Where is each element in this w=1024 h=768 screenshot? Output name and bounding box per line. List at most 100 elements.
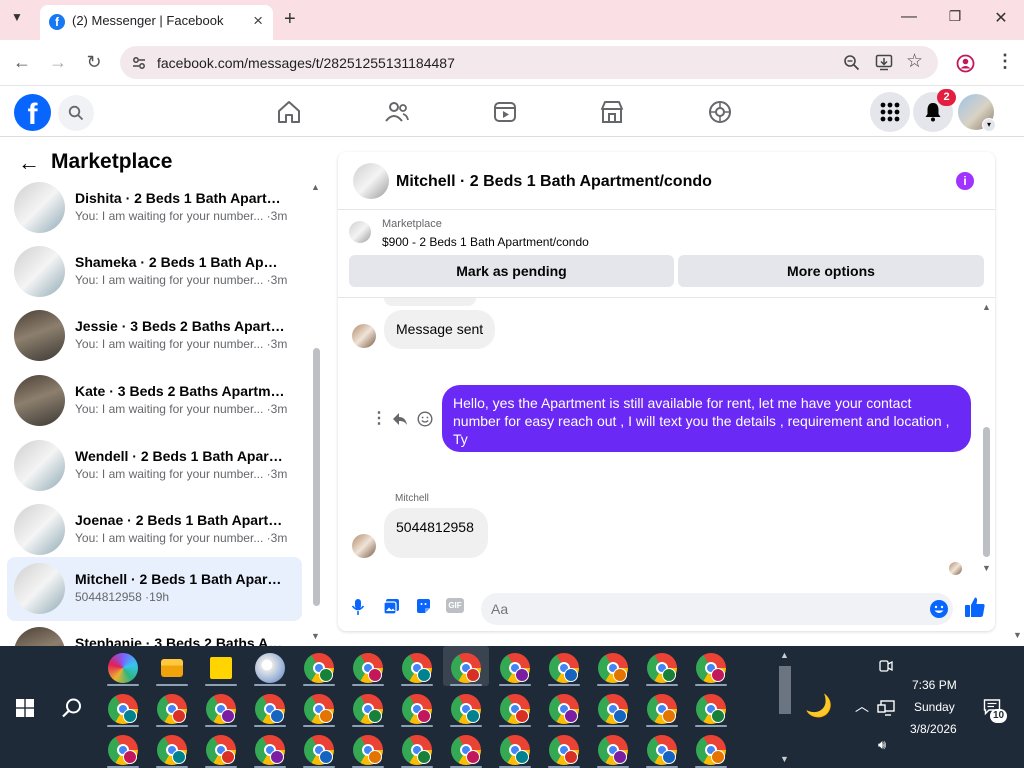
chrome-taskbar-icon[interactable] — [353, 653, 383, 683]
gif-icon[interactable]: GIF — [446, 598, 464, 613]
sender-avatar[interactable] — [352, 324, 376, 348]
scroll-up-arrow[interactable]: ▲ — [311, 182, 320, 192]
chrome-taskbar-icon[interactable] — [402, 653, 432, 683]
explorer-taskbar-icon[interactable] — [161, 659, 183, 677]
thumbs-up-icon[interactable] — [964, 596, 986, 618]
close-window-button[interactable]: ✕ — [991, 8, 1011, 28]
message-input[interactable] — [481, 593, 953, 625]
chat-listing-avatar[interactable] — [353, 163, 389, 199]
chrome-taskbar-icon[interactable] — [255, 694, 285, 724]
site-settings-icon[interactable] — [131, 55, 147, 71]
clock-day[interactable]: Sunday — [914, 700, 955, 714]
back-button[interactable]: ← — [10, 52, 34, 73]
chat-title[interactable]: Mitchell · 2 Beds 1 Bath Apartment/condo — [396, 173, 712, 191]
profile-icon[interactable] — [956, 54, 975, 73]
reply-icon[interactable] — [392, 411, 408, 427]
chrome-taskbar-icon[interactable] — [353, 735, 383, 765]
chrome-taskbar-icon[interactable] — [500, 694, 530, 724]
chrome-taskbar-icon[interactable] — [549, 735, 579, 765]
info-icon[interactable]: i — [956, 172, 974, 190]
facebook-logo[interactable]: f — [14, 94, 51, 131]
browser-menu-icon[interactable]: ⋮ — [996, 51, 1014, 72]
facebook-search-button[interactable] — [58, 95, 94, 131]
incoming-message-bubble[interactable]: 5044812958 — [384, 508, 488, 558]
windows-start-icon[interactable] — [16, 699, 34, 717]
chrome-taskbar-icon[interactable] — [304, 653, 334, 683]
home-icon[interactable] — [276, 99, 302, 125]
taskbar-scroll-down[interactable]: ▼ — [780, 754, 789, 764]
tab-search-button[interactable]: ▼ — [11, 10, 23, 24]
chrome-taskbar-icon[interactable] — [206, 694, 236, 724]
left-scrollbar-thumb[interactable] — [313, 348, 320, 606]
restore-button[interactable]: ❐ — [945, 8, 965, 25]
chrome-taskbar-icon[interactable] — [206, 735, 236, 765]
chat-scroll-up-arrow[interactable]: ▲ — [982, 302, 991, 312]
chrome-taskbar-icon[interactable] — [108, 735, 138, 765]
conversation-item[interactable]: Dishita · 2 Beds 1 Bath Apartme... You: I… — [7, 176, 302, 240]
react-emoji-icon[interactable] — [417, 411, 433, 427]
microphone-icon[interactable] — [351, 598, 365, 616]
conversation-item[interactable]: Shameka · 2 Beds 1 Bath Apart... You: I a… — [7, 240, 302, 304]
chrome-taskbar-icon[interactable] — [157, 694, 187, 724]
chrome-taskbar-icon[interactable] — [549, 694, 579, 724]
chrome-taskbar-icon[interactable] — [402, 735, 432, 765]
chrome-taskbar-icon[interactable] — [255, 735, 285, 765]
gaming-icon[interactable] — [707, 99, 733, 125]
paint-taskbar-icon[interactable] — [255, 653, 285, 683]
friends-icon[interactable] — [384, 99, 410, 125]
chrome-taskbar-icon[interactable] — [647, 694, 677, 724]
mark-as-pending-button[interactable]: Mark as pending — [349, 255, 674, 287]
chrome-taskbar-icon[interactable] — [647, 735, 677, 765]
forward-button[interactable]: → — [46, 52, 70, 73]
copilot-taskbar-icon[interactable] — [108, 653, 138, 683]
conversation-item[interactable]: Mitchell · 2 Beds 1 Bath Apartm... 504481… — [7, 557, 302, 621]
chrome-taskbar-icon[interactable] — [549, 653, 579, 683]
sticky-notes-taskbar-icon[interactable] — [210, 657, 232, 679]
scroll-down-arrow[interactable]: ▼ — [311, 631, 320, 641]
minimize-button[interactable]: — — [899, 8, 919, 26]
back-arrow-icon[interactable]: ← — [18, 150, 40, 176]
zoom-icon[interactable] — [843, 54, 860, 71]
chrome-taskbar-icon[interactable] — [451, 735, 481, 765]
close-tab-icon[interactable]: × — [253, 11, 263, 31]
taskbar-search-icon[interactable] — [61, 697, 83, 719]
chrome-taskbar-icon[interactable] — [451, 653, 481, 683]
chrome-taskbar-icon[interactable] — [500, 735, 530, 765]
install-app-icon[interactable] — [875, 54, 893, 71]
chrome-taskbar-icon[interactable] — [108, 694, 138, 724]
chrome-taskbar-icon[interactable] — [696, 694, 726, 724]
address-bar[interactable]: facebook.com/messages/t/2825125513118448… — [120, 46, 938, 79]
conversation-item[interactable]: Jessie · 3 Beds 2 Baths Apartme... You: I… — [7, 304, 302, 368]
chrome-taskbar-icon[interactable] — [304, 694, 334, 724]
photo-icon[interactable] — [383, 598, 400, 615]
more-actions-icon[interactable]: ⋮ — [371, 408, 387, 428]
meet-now-icon[interactable] — [879, 658, 893, 674]
listing-thumbnail[interactable] — [349, 221, 371, 243]
more-options-button[interactable]: More options — [678, 255, 984, 287]
reload-button[interactable]: ↻ — [82, 52, 106, 73]
volume-icon[interactable]: 🔊︎ — [878, 737, 886, 753]
chrome-taskbar-icon[interactable] — [696, 735, 726, 765]
browser-tab-messenger[interactable]: f (2) Messenger | Facebook × — [40, 5, 273, 40]
conversation-item[interactable]: Wendell · 2 Beds 1 Bath Apartm... You: I … — [7, 434, 302, 498]
new-tab-button[interactable]: + — [284, 8, 296, 31]
conversation-item[interactable]: Joenae · 2 Beds 1 Bath Apartme... You: I … — [7, 498, 302, 562]
chrome-taskbar-icon[interactable] — [500, 653, 530, 683]
taskbar-scroll-up[interactable]: ▲ — [780, 650, 789, 660]
conversation-item[interactable]: Stephanie · 3 Beds 2 Baths Apar... — [7, 621, 302, 646]
chrome-taskbar-icon[interactable] — [598, 653, 628, 683]
marketplace-icon[interactable] — [599, 99, 625, 125]
taskbar-scroll-thumb[interactable] — [779, 666, 791, 714]
menu-grid-button[interactable] — [870, 92, 910, 132]
weather-moon-icon[interactable]: 🌙 — [805, 693, 832, 719]
sticker-icon[interactable] — [415, 598, 432, 615]
chrome-taskbar-icon[interactable] — [157, 735, 187, 765]
chat-scroll-down-arrow[interactable]: ▼ — [982, 563, 991, 573]
listing-price[interactable]: $900 - 2 Beds 1 Bath Apartment/condo — [382, 235, 589, 249]
chrome-taskbar-icon[interactable] — [598, 735, 628, 765]
chrome-taskbar-icon[interactable] — [598, 694, 628, 724]
sender-avatar-2[interactable] — [352, 534, 376, 558]
chrome-taskbar-icon[interactable] — [304, 735, 334, 765]
hidden-icons-chevron[interactable]: ︿ — [855, 696, 869, 716]
chrome-taskbar-icon[interactable] — [353, 694, 383, 724]
